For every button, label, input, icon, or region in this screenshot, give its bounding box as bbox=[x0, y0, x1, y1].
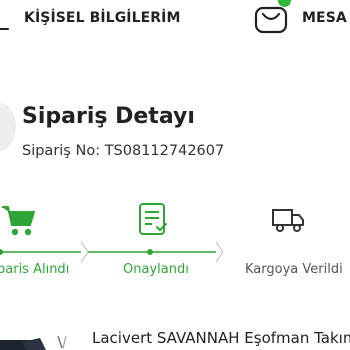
order-number: Sipariş No: TS08112742607 bbox=[22, 143, 225, 159]
nav-messages-label: MESA bbox=[302, 10, 347, 26]
page-title: Sipariş Detayı bbox=[22, 104, 195, 129]
nav-personal-info-label: KİŞİSEL BİLGİLERİM bbox=[24, 10, 181, 26]
product-name[interactable]: Lacivert SAVANNAH Eşofman Takım bbox=[92, 329, 350, 347]
message-icon bbox=[250, 0, 291, 36]
approved-document-icon bbox=[134, 200, 174, 245]
avatar bbox=[0, 103, 16, 151]
user-icon bbox=[0, 3, 10, 33]
shopping-cart-icon bbox=[0, 203, 40, 244]
top-navigation: KİŞİSEL BİLGİLERİM MESA bbox=[0, 0, 350, 50]
step-label-shipped: Kargoya Verildi bbox=[245, 262, 343, 277]
product-image[interactable] bbox=[0, 330, 80, 350]
nav-messages[interactable]: MESA bbox=[250, 0, 347, 36]
nav-personal-info[interactable]: KİŞİSEL BİLGİLERİM bbox=[0, 0, 181, 36]
delivery-truck-icon bbox=[270, 204, 308, 241]
step-label-received: paris Alındı bbox=[0, 262, 70, 277]
step-label-approved: Onaylandı bbox=[123, 262, 189, 277]
